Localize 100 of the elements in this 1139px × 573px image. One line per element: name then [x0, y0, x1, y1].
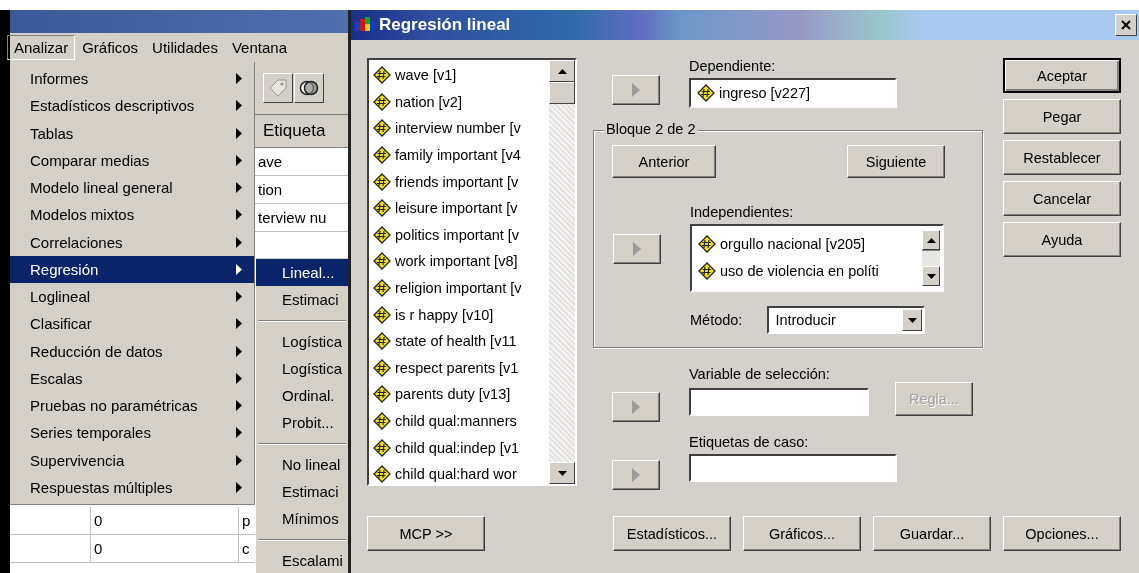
- scrollbar[interactable]: [922, 230, 940, 286]
- scale-variable-icon: [373, 119, 391, 138]
- list-item[interactable]: work important [v8]: [369, 248, 549, 275]
- menu-item[interactable]: Series temporales: [10, 419, 254, 447]
- menu-bar-item[interactable]: Utilidades: [145, 35, 225, 60]
- previous-button[interactable]: Anterior: [612, 145, 716, 178]
- menu-item[interactable]: Comparar medias: [10, 146, 254, 174]
- list-item[interactable]: interview number [v: [369, 115, 549, 142]
- dialog-button[interactable]: Restablecer: [1003, 140, 1121, 175]
- toolbar-button[interactable]: [263, 73, 293, 103]
- scale-variable-icon: [373, 252, 391, 271]
- list-item[interactable]: child qual:indep [v1: [369, 434, 549, 461]
- menu-bar-item[interactable]: Analizar: [7, 35, 76, 60]
- menu-item[interactable]: Tablas: [10, 119, 254, 147]
- triangle-right-icon: [632, 468, 640, 482]
- menu-item[interactable]: Respuestas múltiples: [10, 473, 254, 501]
- menu-item[interactable]: Logística: [256, 327, 348, 355]
- app-icon: [355, 17, 375, 33]
- dialog-button[interactable]: Aceptar: [1003, 58, 1121, 93]
- dialog-button[interactable]: Pegar: [1003, 99, 1121, 134]
- scrollbar-thumb[interactable]: [549, 82, 575, 104]
- menu-item[interactable]: Modelos mixtos: [10, 201, 254, 229]
- list-item[interactable]: leisure important [v: [369, 194, 549, 222]
- scale-variable-icon: [373, 358, 391, 377]
- dropdown-arrow-icon: [907, 317, 917, 323]
- window-title: Regresión lineal: [379, 15, 511, 35]
- menu-item[interactable]: Clasificar: [10, 310, 254, 338]
- scale-variable-icon: [373, 438, 391, 457]
- selection-field[interactable]: [689, 388, 869, 416]
- scale-variable-icon: [373, 332, 391, 351]
- table-cell: 0: [91, 535, 239, 562]
- list-item[interactable]: parents duty [v13]: [369, 381, 549, 408]
- menu-item[interactable]: Lineal...: [256, 259, 348, 287]
- scale-variable-icon: [373, 465, 391, 484]
- menu-item[interactable]: Estimaci: [256, 286, 348, 314]
- list-item[interactable]: nation [v2]: [369, 88, 549, 116]
- list-item[interactable]: orgullo nacional [v205]: [698, 230, 922, 257]
- toolbar-button[interactable]: [294, 73, 324, 103]
- menu-item[interactable]: Reducción de datos: [10, 337, 254, 365]
- dependent-field[interactable]: ingreso [v227]: [689, 78, 897, 108]
- move-button[interactable]: [613, 234, 661, 264]
- list-item[interactable]: politics important [v: [369, 221, 549, 249]
- list-item[interactable]: uso de violencia en políti: [698, 257, 922, 284]
- menu-item[interactable]: Estimaci: [256, 478, 348, 506]
- list-item[interactable]: respect parents [v1: [369, 354, 549, 382]
- up-arrow-icon: [926, 237, 936, 243]
- menu-bar-item[interactable]: Ventana: [224, 35, 294, 60]
- menu-item[interactable]: Regresión: [10, 255, 254, 283]
- menu-item[interactable]: Ordinal.: [256, 382, 348, 410]
- down-arrow-icon: [926, 273, 936, 279]
- list-item[interactable]: wave [v1]: [369, 62, 549, 89]
- menu-item[interactable]: Supervivencia: [10, 446, 254, 474]
- field-label: Método:: [690, 312, 743, 328]
- list-item[interactable]: is r happy [v10]: [369, 301, 549, 328]
- method-dropdown[interactable]: Introducir: [767, 306, 926, 334]
- dialog-button[interactable]: Opciones...: [1003, 516, 1121, 551]
- menu-item[interactable]: Escalami: [256, 546, 348, 573]
- dialog-button[interactable]: Ayuda: [1003, 222, 1121, 257]
- close-icon: [1121, 20, 1131, 30]
- field-label: Dependiente:: [689, 58, 777, 76]
- scale-variable-icon: [697, 84, 715, 102]
- down-arrow-icon: [557, 470, 567, 476]
- dialog-button[interactable]: Cancelar: [1003, 181, 1121, 216]
- list-item[interactable]: friends important [v: [369, 168, 549, 195]
- case-labels-field[interactable]: [689, 454, 897, 482]
- close-button[interactable]: [1115, 14, 1137, 36]
- menu-item[interactable]: Logística: [256, 354, 348, 383]
- scale-variable-icon: [373, 66, 391, 85]
- menu-item[interactable]: Correlaciones: [10, 228, 254, 256]
- move-button[interactable]: [612, 392, 660, 422]
- menu-item[interactable]: Informes: [10, 65, 254, 93]
- list-item[interactable]: state of health [v11: [369, 327, 549, 355]
- menu-item[interactable]: Mínimos: [256, 505, 348, 533]
- tag-icon: [267, 77, 289, 99]
- menu-item[interactable]: Probit...: [256, 409, 348, 437]
- dialog-button[interactable]: Estadísticos...: [613, 516, 731, 551]
- menu-item[interactable]: Escalas: [10, 364, 254, 392]
- scrollbar[interactable]: [549, 60, 575, 484]
- variable-list[interactable]: [367, 58, 577, 486]
- dialog-button[interactable]: Gráficos...: [743, 516, 861, 551]
- menu-item[interactable]: Loglineal: [10, 283, 254, 311]
- list-item[interactable]: child qual:manners: [369, 407, 549, 435]
- list-item[interactable]: family important [v4: [369, 141, 549, 169]
- independents-list[interactable]: orgullo nacional [v205] uso de violencia en políti: [690, 224, 944, 292]
- move-button[interactable]: [612, 460, 660, 490]
- dialog-button[interactable]: Guardar...: [873, 516, 991, 551]
- menu-item[interactable]: No lineal: [256, 450, 348, 479]
- menu-bar-item[interactable]: Gráficos: [75, 35, 146, 60]
- mcp-button[interactable]: MCP >>: [367, 516, 485, 551]
- menu-item[interactable]: Estadísticos descriptivos: [10, 92, 254, 120]
- scale-variable-icon: [373, 385, 391, 404]
- scale-variable-icon: [373, 305, 391, 324]
- list-item[interactable]: religion important [v: [369, 274, 549, 302]
- scale-variable-icon: [373, 279, 391, 298]
- next-button[interactable]: Siguiente: [847, 145, 945, 178]
- menu-item[interactable]: Pruebas no paramétricas: [10, 392, 254, 420]
- menu-item[interactable]: Modelo lineal general: [10, 174, 254, 202]
- list-item[interactable]: child qual:hard wor: [369, 460, 549, 484]
- table-cell: 0: [91, 507, 239, 534]
- move-button[interactable]: [612, 75, 660, 105]
